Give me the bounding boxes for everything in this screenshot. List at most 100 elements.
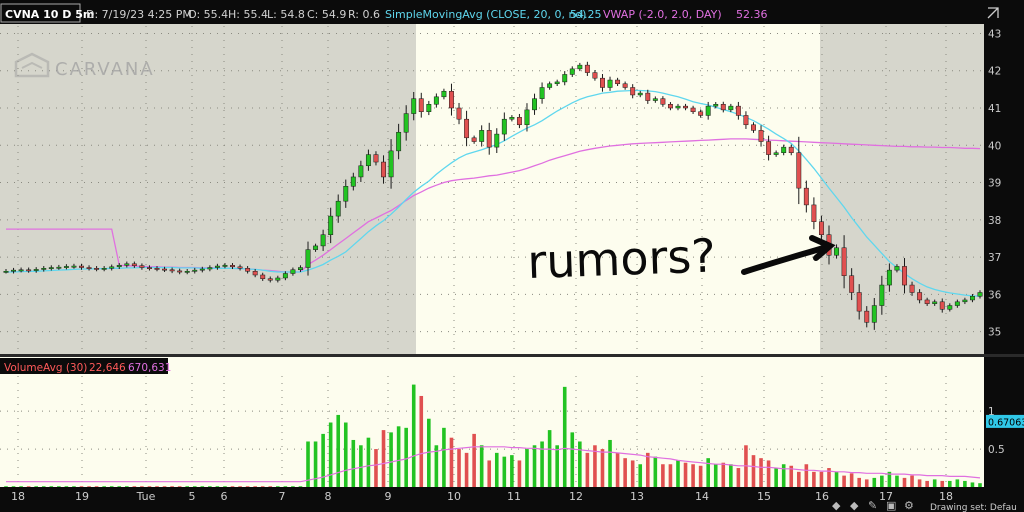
candle-body [773, 152, 779, 155]
volume-bar [396, 426, 401, 487]
candle-body [94, 268, 100, 270]
volume-bar [691, 464, 695, 487]
candle-body [766, 141, 772, 155]
candle-body [486, 130, 492, 148]
candle-body [622, 83, 628, 88]
volume-bar [336, 414, 341, 487]
vwap-legend[interactable]: VWAP (-2.0, 2.0, DAY) [603, 8, 722, 21]
volume-bar [615, 452, 620, 487]
volume-bar [510, 455, 514, 487]
time-tick-label: 9 [385, 490, 392, 503]
candle-body [690, 107, 696, 112]
sma-value: 54.25 [570, 8, 602, 21]
volume-bar [540, 441, 544, 487]
bar-close: C: 54.9 [307, 8, 346, 21]
volume-avg-value: 670,631 [128, 362, 171, 374]
bar-date: D: 7/19/23 4:25 PM [86, 8, 192, 21]
volume-bar [864, 479, 869, 487]
symbol-label[interactable]: CVNA 10 D 5m [5, 8, 94, 21]
candle-body [660, 98, 666, 105]
volume-avg-marker: 0.67063 [986, 414, 1024, 428]
toolbar-icon-3: ✎ [868, 499, 877, 512]
volume-bar [366, 437, 371, 487]
volume-bar [940, 480, 945, 487]
candle-body [547, 83, 553, 88]
volume-bar [457, 449, 461, 487]
volume-bar [781, 464, 786, 487]
volume-bar [479, 445, 484, 487]
drawing-set-label[interactable]: Drawing set: Defau [930, 503, 1017, 512]
candle-body [109, 266, 115, 269]
volume-bar [910, 475, 914, 487]
volume-bar [955, 479, 960, 487]
volume-bar [328, 422, 333, 487]
volume-bar [917, 479, 922, 487]
candle-body [86, 267, 92, 269]
time-tick-label: 12 [569, 490, 583, 503]
price-tick-label: 38 [988, 215, 1001, 227]
bar-low: L: 54.8 [267, 8, 305, 21]
candle-body [222, 265, 228, 267]
price-tick-label: 41 [988, 103, 1001, 115]
candle-body [18, 269, 24, 272]
time-tick-label: 13 [630, 490, 644, 503]
candle-body [71, 265, 77, 268]
volume-bar [464, 452, 469, 487]
candle-body [162, 268, 168, 271]
volume-bar [729, 464, 733, 487]
candle-body [418, 98, 424, 112]
candle-body [433, 96, 439, 105]
toolbar-icon-4: ▣ [886, 499, 896, 512]
volume-bar [978, 483, 982, 487]
candle-body [177, 270, 183, 273]
candle-body [252, 271, 258, 276]
candle-body [3, 271, 9, 273]
candle-body [524, 109, 530, 126]
candle-body [562, 74, 568, 83]
volume-bar [721, 462, 726, 487]
watermark-text: CARVANA [55, 59, 155, 80]
candle-body [79, 265, 84, 268]
volume-study-label[interactable]: VolumeAvg (30) [4, 362, 87, 374]
candle-body [969, 295, 975, 301]
candle-body [305, 249, 311, 268]
volume-bar [532, 445, 537, 487]
toolbar-icon-1: ◆ [832, 499, 841, 512]
price-tick-label: 42 [988, 66, 1001, 78]
candle-body [796, 152, 802, 189]
sma-legend[interactable]: SimpleMovingAvg (CLOSE, 20, 0, no) [385, 8, 586, 21]
candle-body [879, 284, 885, 306]
candle-body [365, 154, 371, 167]
volume-bar [895, 475, 899, 487]
candle-body [818, 221, 824, 235]
volume-bar [578, 441, 582, 487]
candle-body [743, 115, 749, 126]
volume-bar [525, 449, 529, 487]
candle-body [471, 137, 477, 142]
time-tick-label: 8 [325, 490, 332, 503]
price-tick-label: 39 [988, 178, 1001, 190]
candle-body [192, 269, 198, 272]
volume-bar [600, 449, 605, 487]
candle-body [728, 105, 734, 111]
time-tick-label: 18 [11, 490, 25, 503]
volume-bar [932, 479, 937, 487]
annotation-rumors[interactable]: rumors? [526, 228, 716, 289]
panel-divider[interactable] [0, 354, 1024, 357]
candle-body [630, 87, 636, 96]
candle-body [856, 292, 862, 312]
volume-bar [653, 456, 658, 487]
toolbar-icon-5: ⚙ [904, 499, 914, 512]
candle-body [298, 267, 303, 271]
candle-body [758, 130, 764, 142]
volume-bar [880, 475, 884, 487]
candle-body [705, 105, 711, 116]
price-tick-label: 40 [988, 140, 1001, 152]
volume-bar [842, 475, 846, 487]
volume-bar [819, 471, 824, 487]
candle-body [139, 265, 145, 268]
candle-body [449, 90, 454, 109]
volume-bar [404, 427, 408, 487]
time-tick-label: 6 [221, 490, 228, 503]
time-tick-label: 11 [507, 490, 521, 503]
